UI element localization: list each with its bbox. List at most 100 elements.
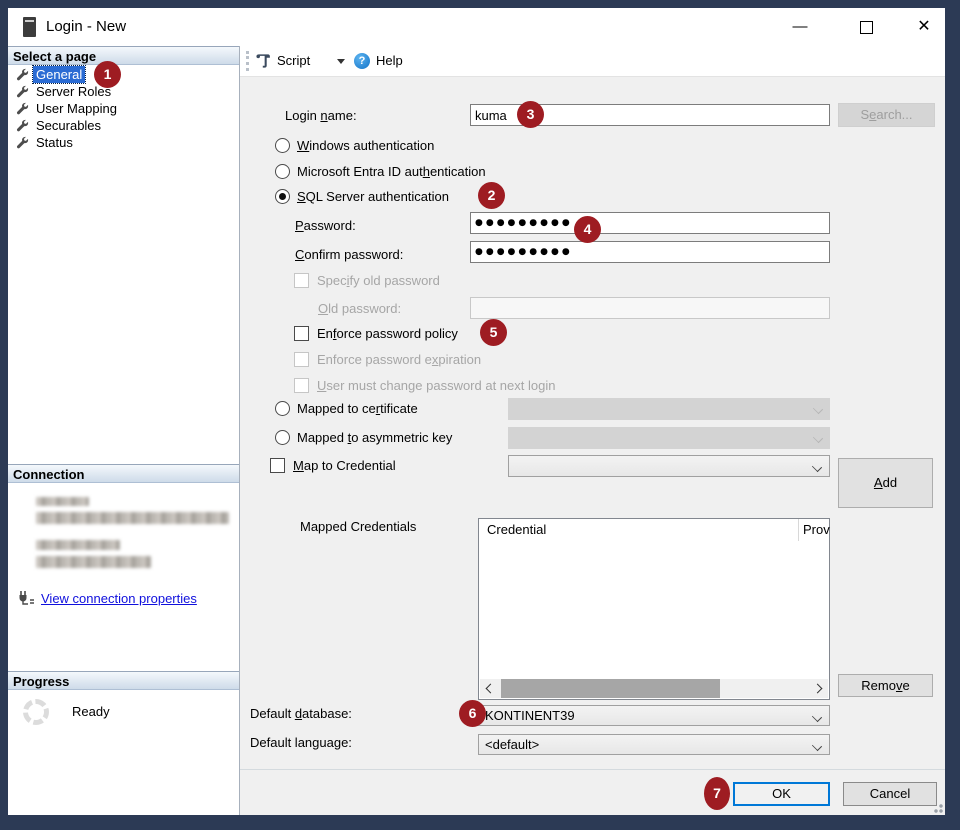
confirm-password-label: Confirm password: <box>295 247 403 263</box>
checkbox-label: Map to Credential <box>293 458 396 473</box>
sidebar-item-server-roles[interactable]: Server Roles <box>8 83 239 100</box>
radio-label: Windows authentication <box>297 138 434 153</box>
combo-value: <default> <box>485 737 539 752</box>
sidebar-item-user-mapping[interactable]: User Mapping <box>8 100 239 117</box>
scrollbar-thumb[interactable] <box>501 679 720 698</box>
general-page-panel: Script ? Help Login name: Search... Wind… <box>240 46 945 815</box>
column-header-credential[interactable]: Credential <box>487 519 546 541</box>
page-selector-pane: Select a page General Server Roles User … <box>8 46 240 815</box>
radio-icon-selected <box>275 189 290 204</box>
chevron-down-icon <box>813 433 823 443</box>
map-to-credential-checkbox-row[interactable]: Map to Credential <box>270 457 396 473</box>
chevron-down-icon <box>812 712 822 722</box>
select-a-page-header: Select a page <box>8 46 239 65</box>
minimize-button[interactable]: — <box>780 12 820 42</box>
title-bar: Login - New — ✕ <box>8 8 945 46</box>
close-button[interactable]: ✕ <box>904 12 944 42</box>
chevron-down-icon <box>813 404 823 414</box>
checkbox-icon <box>294 378 309 393</box>
credential-combobox[interactable] <box>508 455 830 477</box>
help-button[interactable]: Help <box>376 46 403 76</box>
sidebar-item-status[interactable]: Status <box>8 134 239 151</box>
annotation-badge-2: 2 <box>478 182 505 209</box>
mapped-to-asymmetric-key-radio-row[interactable]: Mapped to asymmetric key <box>275 429 452 445</box>
search-button[interactable]: Search... <box>838 103 935 127</box>
default-database-combobox[interactable]: KONTINENT39 <box>478 705 830 726</box>
enforce-password-policy-checkbox-row[interactable]: Enforce password policy <box>294 325 458 341</box>
checkbox-label: Specify old password <box>317 273 440 288</box>
checkbox-icon <box>294 352 309 367</box>
connection-plug-icon <box>18 590 36 606</box>
progress-status: Ready <box>72 704 110 719</box>
server-label-redacted <box>36 497 89 506</box>
annotation-badge-3: 3 <box>517 101 544 128</box>
ok-button[interactable]: OK <box>733 782 830 806</box>
wrench-icon <box>15 85 29 99</box>
column-header-provider[interactable]: Prov <box>798 519 830 541</box>
radio-icon <box>275 164 290 179</box>
mapped-to-certificate-radio-row[interactable]: Mapped to certificate <box>275 400 418 416</box>
connection-label-redacted <box>36 540 120 550</box>
default-language-combobox[interactable]: <default> <box>478 734 830 755</box>
sidebar-item-label: Status <box>33 134 76 151</box>
scroll-left-arrow[interactable] <box>480 679 499 698</box>
annotation-badge-1: 1 <box>94 61 121 88</box>
remove-button[interactable]: Remove <box>838 674 933 697</box>
annotation-badge-6: 6 <box>459 700 486 727</box>
entra-authentication-radio-row[interactable]: Microsoft Entra ID authentication <box>275 163 486 179</box>
checkbox-icon <box>294 326 309 341</box>
specify-old-password-checkbox-row[interactable]: Specify old password <box>294 272 440 288</box>
wrench-icon <box>15 68 29 82</box>
sidebar-item-general[interactable]: General <box>8 66 239 83</box>
script-scroll-icon <box>255 54 270 68</box>
toolbar-grip[interactable] <box>246 51 249 71</box>
connection-header: Connection <box>8 464 239 483</box>
mapped-credentials-label: Mapped Credentials <box>300 519 416 535</box>
connection-name-redacted <box>36 556 151 568</box>
mapped-credentials-list[interactable]: Credential Prov <box>478 518 830 700</box>
sidebar-item-label: User Mapping <box>33 100 120 117</box>
list-header: Credential Prov <box>479 519 829 541</box>
old-password-input <box>470 297 830 319</box>
sidebar-item-securables[interactable]: Securables <box>8 117 239 134</box>
old-password-label: Old password: <box>318 301 401 317</box>
sql-authentication-radio-row[interactable]: SQL Server authentication <box>275 188 449 204</box>
certificate-combobox <box>508 398 830 420</box>
maximize-button[interactable] <box>846 12 886 42</box>
radio-label: Mapped to certificate <box>297 401 418 416</box>
chevron-down-icon <box>812 741 822 751</box>
cancel-button[interactable]: Cancel <box>843 782 937 806</box>
radio-icon <box>275 430 290 445</box>
link-label: View connection properties <box>41 591 197 606</box>
windows-authentication-radio-row[interactable]: Windows authentication <box>275 137 434 153</box>
confirm-password-input[interactable] <box>470 241 830 263</box>
window-title: Login - New <box>46 8 126 46</box>
spinner-icon <box>23 699 49 725</box>
wrench-icon <box>15 136 29 150</box>
checkbox-icon <box>294 273 309 288</box>
horizontal-scrollbar[interactable] <box>480 679 828 698</box>
view-connection-properties-link[interactable]: View connection properties <box>18 589 238 607</box>
default-language-label: Default language: <box>250 735 352 751</box>
resize-grip[interactable] <box>933 803 943 813</box>
add-button[interactable]: Add <box>838 458 933 508</box>
user-must-change-password-checkbox-row[interactable]: User must change password at next login <box>294 377 555 393</box>
checkbox-label: User must change password at next login <box>317 378 555 393</box>
progress-header: Progress <box>8 671 239 690</box>
server-name-redacted <box>36 512 229 524</box>
asymmetric-key-combobox <box>508 427 830 449</box>
enforce-password-expiration-checkbox-row[interactable]: Enforce password expiration <box>294 351 481 367</box>
scroll-right-arrow[interactable] <box>809 679 828 698</box>
checkbox-label: Enforce password policy <box>317 326 458 341</box>
dialog-toolbar: Script ? Help <box>240 46 945 77</box>
sidebar-item-label: Securables <box>33 117 104 134</box>
annotation-badge-7: 7 <box>704 777 730 810</box>
checkbox-icon <box>270 458 285 473</box>
password-input[interactable] <box>470 212 830 234</box>
combo-value: KONTINENT39 <box>485 708 575 723</box>
radio-label: Microsoft Entra ID authentication <box>297 164 486 179</box>
sidebar-item-label: General <box>33 66 85 83</box>
script-dropdown-caret[interactable] <box>337 59 345 64</box>
footer-separator <box>240 769 945 770</box>
script-button[interactable]: Script <box>277 46 310 76</box>
